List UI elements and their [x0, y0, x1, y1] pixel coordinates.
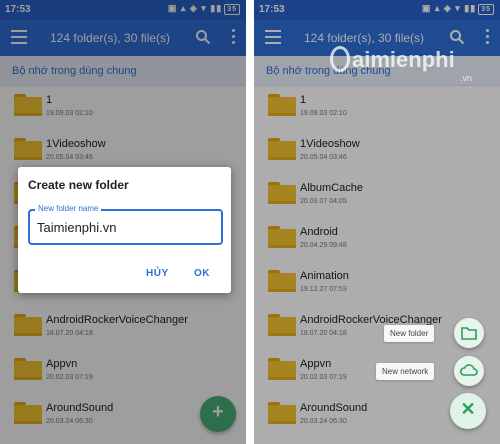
- new-network-fab-button[interactable]: [454, 356, 484, 386]
- watermark-sub: .vn: [460, 73, 473, 83]
- cloud-icon: [459, 364, 478, 376]
- folder-name-input[interactable]: [37, 220, 217, 235]
- ok-button[interactable]: OK: [194, 268, 210, 279]
- new-folder-fab-button[interactable]: [454, 318, 484, 348]
- new-network-chip[interactable]: New network: [376, 363, 435, 380]
- watermark-brand: aimienphi: [352, 47, 455, 72]
- field-label: New folder name: [35, 204, 102, 213]
- dialog-title: Create new folder: [28, 178, 129, 192]
- folder-outline-icon: [461, 327, 477, 340]
- cancel-button[interactable]: HỦY: [146, 268, 169, 279]
- folder-name-field[interactable]: New folder name: [28, 204, 223, 245]
- watermark-logo-icon: [330, 46, 350, 72]
- left-screenshot: 17:53 ▣ ▴ ◈ ▾ ▮▮ 35 124 folder(s), 30 fil…: [0, 0, 246, 444]
- close-icon: ✕: [460, 399, 476, 419]
- close-fab-button[interactable]: ✕: [450, 393, 486, 429]
- panel-divider: [246, 0, 254, 444]
- new-folder-chip[interactable]: New folder: [384, 325, 435, 342]
- create-folder-dialog: Create new folder New folder name HỦY OK: [18, 167, 231, 293]
